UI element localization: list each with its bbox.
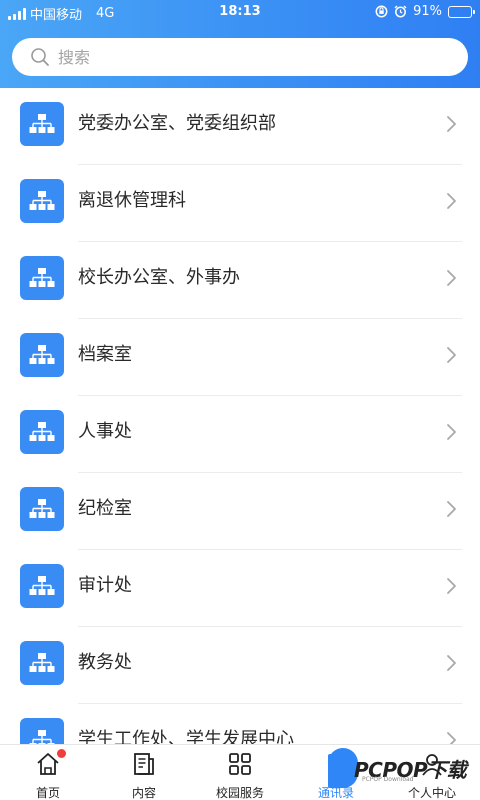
- department-row[interactable]: 党委办公室、党委组织部: [0, 88, 480, 165]
- watermark: PCPOP下载 PCPOP Download: [328, 746, 478, 794]
- department-row[interactable]: 纪检室: [0, 473, 480, 550]
- department-row[interactable]: 学生工作处、学生发展中心: [0, 704, 480, 744]
- org-chart-icon: [20, 487, 64, 531]
- org-chart-icon: [20, 256, 64, 300]
- department-label: 教务处: [78, 652, 132, 673]
- org-chart-icon: [20, 410, 64, 454]
- department-label: 纪检室: [78, 498, 132, 519]
- department-label: 档案室: [78, 344, 132, 365]
- tab-document[interactable]: 内容: [96, 745, 192, 800]
- department-row[interactable]: 档案室: [0, 319, 480, 396]
- orientation-lock-icon: [375, 5, 388, 18]
- department-row[interactable]: 审计处: [0, 550, 480, 627]
- header: 中国移动 4G 18:13 91%: [0, 0, 480, 88]
- tab-home[interactable]: 首页: [0, 745, 96, 800]
- department-label: 校长办公室、外事办: [78, 267, 240, 288]
- battery-icon: [448, 5, 475, 18]
- tab-label: 首页: [35, 786, 60, 800]
- department-row[interactable]: 离退休管理科: [0, 165, 480, 242]
- tab-label: 校园服务: [215, 786, 264, 800]
- department-label: 离退休管理科: [78, 190, 186, 211]
- search-icon: [31, 48, 49, 66]
- document-icon: [131, 751, 157, 781]
- status-bar: 中国移动 4G 18:13 91%: [0, 0, 480, 26]
- department-label: 审计处: [78, 575, 132, 596]
- watermark-subtext: PCPOP Download: [362, 776, 414, 783]
- tab-grid[interactable]: 校园服务: [192, 745, 288, 800]
- search-input[interactable]: [58, 47, 438, 67]
- grid-icon: [227, 751, 253, 781]
- notification-badge: [57, 749, 66, 758]
- search-bar[interactable]: [12, 38, 468, 76]
- department-label: 人事处: [78, 421, 132, 442]
- org-chart-icon: [20, 333, 64, 377]
- org-chart-icon: [20, 564, 64, 608]
- tab-label: 内容: [131, 786, 156, 800]
- department-list: 党委办公室、党委组织部 离退休管理科校长办公室、外事办 档案室人事处纪检室审计处教务…: [0, 88, 480, 744]
- org-chart-icon: [20, 102, 64, 146]
- department-label: 党委办公室、党委组织部: [78, 113, 276, 134]
- battery-percent: 91%: [413, 4, 442, 19]
- alarm-icon: [394, 5, 407, 18]
- org-chart-icon: [20, 179, 64, 223]
- org-chart-icon: [20, 718, 64, 744]
- org-chart-icon: [20, 641, 64, 685]
- department-row[interactable]: 校长办公室、外事办: [0, 242, 480, 319]
- department-row[interactable]: 教务处: [0, 627, 480, 704]
- department-label: 学生工作处、学生发展中心: [78, 729, 294, 744]
- department-row[interactable]: 人事处: [0, 396, 480, 473]
